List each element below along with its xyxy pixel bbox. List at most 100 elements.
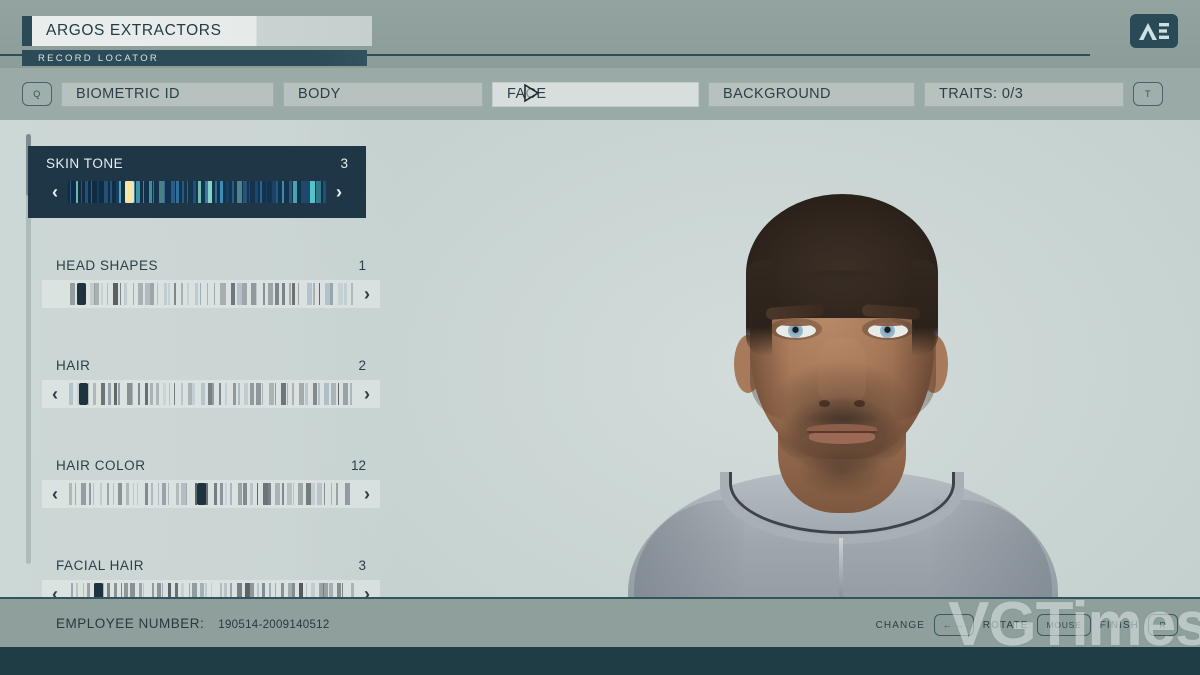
- slider-segment: [176, 181, 180, 203]
- slider-segment: [171, 181, 176, 203]
- character-creator-screen: ARGOS EXTRACTORS RECORD LOCATOR Q BIOMET…: [0, 0, 1200, 675]
- slider-segment: [187, 181, 189, 203]
- slider-segment: [213, 483, 217, 505]
- slider-segment: [186, 483, 188, 505]
- slider-prev-chevron-icon[interactable]: ‹: [42, 385, 68, 403]
- jumpsuit-shadow-left: [634, 500, 744, 597]
- slider-segment: [132, 283, 134, 305]
- slider-segment: [112, 283, 118, 305]
- slider-segment: [292, 283, 295, 305]
- slider-segment: [91, 181, 93, 203]
- slider-segment: [68, 383, 73, 405]
- hint-key-finish[interactable]: R: [1148, 614, 1178, 636]
- slider-segment: [324, 483, 326, 505]
- slider-segment: [304, 383, 308, 405]
- tab-body[interactable]: BODY: [283, 81, 483, 107]
- slider-segment: [163, 383, 167, 405]
- option-slider-list: SKIN TONE 3 ‹ › HEAD SHAPES 1 › HAIR 2 ‹ › HAIR COL…: [28, 146, 380, 650]
- slider-segment: [243, 383, 248, 405]
- slider-segment: [262, 283, 265, 305]
- slider-segment: [287, 383, 289, 405]
- slider-segment: [211, 383, 214, 405]
- slider-segment: [348, 483, 350, 505]
- hint-label-finish: FINISH: [1099, 619, 1139, 631]
- slider-header: FACIAL HAIR 3: [42, 558, 380, 580]
- next-tab-key[interactable]: T: [1133, 82, 1163, 106]
- slider-row-skin-tone[interactable]: SKIN TONE 3 ‹ ›: [28, 146, 366, 218]
- control-hints: CHANGE ← → ROTATE MOUSE FINISH R: [876, 614, 1178, 636]
- slider-segment: [299, 383, 305, 405]
- slider-bar: ‹ ›: [42, 178, 352, 206]
- title-accent-block: [22, 16, 32, 46]
- slider-next-chevron-icon[interactable]: ›: [354, 485, 380, 503]
- slider-segment: [242, 483, 247, 505]
- character-portrait[interactable]: [600, 120, 1080, 597]
- slider-segment: [192, 383, 196, 405]
- neck-stubble: [786, 450, 898, 506]
- slider-segment: [260, 181, 263, 203]
- slider-segment: [113, 383, 117, 405]
- tab-biometric-id[interactable]: BIOMETRIC ID: [61, 81, 274, 107]
- slider-segment: [164, 283, 168, 305]
- slider-bar: ‹ ›: [42, 480, 380, 508]
- slider-segment: [80, 181, 82, 203]
- slider-segment: [226, 181, 230, 203]
- tab-background[interactable]: BACKGROUND: [708, 81, 915, 107]
- slider-value: 12: [350, 458, 366, 473]
- slider-segment: [193, 181, 197, 203]
- slider-segment: [157, 283, 159, 305]
- slider-segment: [157, 483, 159, 505]
- slider-segment: [158, 181, 164, 203]
- slider-segment: [344, 283, 348, 305]
- hint-label-change: CHANGE: [875, 619, 925, 631]
- slider-next-chevron-icon[interactable]: ›: [326, 183, 352, 201]
- slider-active-marker: [79, 383, 89, 405]
- slider-value: 1: [358, 258, 366, 273]
- slider-next-chevron-icon[interactable]: ›: [354, 285, 380, 303]
- tab-label: BIOMETRIC ID: [76, 86, 180, 102]
- slider-segment: [236, 283, 242, 305]
- slider-track[interactable]: [68, 383, 354, 405]
- slider-segment: [315, 181, 321, 203]
- slider-label: HAIR COLOR: [56, 458, 146, 473]
- slider-track[interactable]: [68, 181, 326, 203]
- slider-segment: [149, 383, 153, 405]
- slider-row-hair[interactable]: HAIR 2 ‹ ›: [42, 350, 380, 418]
- hint-key-change[interactable]: ← →: [933, 614, 974, 636]
- letterbox-bar: [0, 647, 1200, 675]
- hint-key-rotate[interactable]: MOUSE: [1037, 614, 1091, 636]
- slider-next-chevron-icon[interactable]: ›: [354, 385, 380, 403]
- record-locator-label: RECORD LOCATOR: [38, 52, 160, 64]
- slider-segment: [175, 483, 179, 505]
- slider-segment: [281, 283, 285, 305]
- slider-prev-chevron-icon[interactable]: ‹: [42, 183, 68, 201]
- slider-segment: [107, 283, 109, 305]
- title-plate: ARGOS EXTRACTORS: [32, 16, 372, 46]
- slider-segment: [219, 383, 222, 405]
- slider-segment: [219, 283, 225, 305]
- slider-prev-chevron-icon[interactable]: ‹: [42, 485, 68, 503]
- slider-segment: [153, 181, 155, 203]
- slider-segment: [207, 283, 209, 305]
- slider-segment: [257, 483, 259, 505]
- slider-segment: [94, 283, 100, 305]
- tab-face[interactable]: FACE: [492, 81, 699, 107]
- prev-tab-key[interactable]: Q: [22, 82, 52, 106]
- slider-active-marker: [124, 181, 134, 203]
- slider-value: 2: [358, 358, 366, 373]
- slider-segment: [322, 181, 326, 203]
- tab-traits[interactable]: TRAITS: 0/3: [924, 81, 1124, 107]
- slider-segment: [168, 283, 171, 305]
- slider-row-hair-color[interactable]: HAIR COLOR 12 ‹ ›: [42, 450, 380, 518]
- ae-monogram-icon: [1130, 14, 1178, 48]
- slider-segment: [255, 181, 259, 203]
- slider-segment: [174, 283, 177, 305]
- slider-track[interactable]: [68, 283, 354, 305]
- slider-row-head-shapes[interactable]: HEAD SHAPES 1 ›: [42, 250, 380, 318]
- slider-segment: [331, 383, 337, 405]
- slider-track[interactable]: [68, 483, 354, 505]
- slider-segment: [110, 181, 112, 203]
- slider-header: HEAD SHAPES 1: [42, 258, 380, 280]
- slider-segment: [68, 483, 72, 505]
- slider-segment: [149, 283, 154, 305]
